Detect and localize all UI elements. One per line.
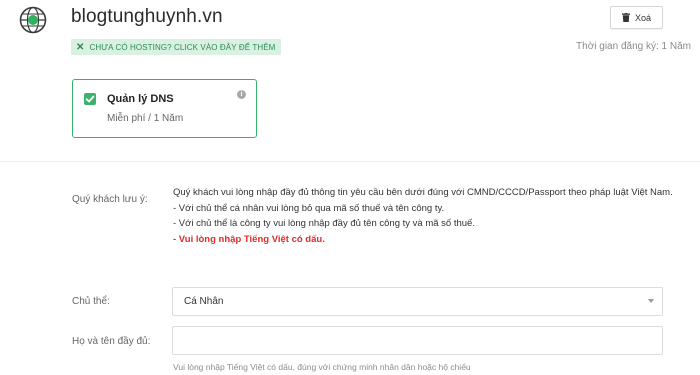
dns-title: Quản lý DNS (107, 93, 174, 105)
close-icon: ✕ (76, 41, 85, 53)
add-hosting-text: CHƯA CÓ HOSTING? CLICK VÀO ĐÂY ĐỂ THÊM (89, 42, 276, 52)
globe-icon (19, 6, 47, 34)
fullname-input[interactable] (172, 326, 663, 355)
dns-checkbox[interactable] (84, 93, 96, 105)
notice-line: Quý khách vui lòng nhập đầy đủ thông tin… (173, 187, 673, 198)
delete-label: Xoá (634, 12, 651, 23)
add-hosting-link[interactable]: ✕ CHƯA CÓ HOSTING? CLICK VÀO ĐÂY ĐỂ THÊM (71, 39, 282, 55)
notice-line: - Với chủ thể là công ty vui lòng nhập đ… (173, 218, 475, 229)
registration-period: Thời gian đăng ký: 1 Năm (576, 41, 691, 52)
info-icon[interactable]: i (237, 90, 246, 99)
notice-label: Quý khách lưu ý: (72, 194, 148, 205)
dns-price: Miễn phí / 1 Năm (107, 113, 184, 124)
section-divider (0, 161, 700, 162)
notice-line: - Với chủ thể cá nhân vui lòng bỏ qua mã… (173, 202, 445, 214)
notice-warning: - Vui lòng nhập Tiếng Việt có dấu. (173, 233, 325, 245)
subject-select[interactable]: Cá Nhân (172, 287, 663, 316)
delete-button[interactable]: Xoá (610, 6, 663, 29)
subject-label: Chủ thể: (72, 296, 110, 307)
chevron-down-icon (648, 299, 654, 303)
domain-name: blogtunghuynh.vn (71, 6, 223, 27)
dns-service-card[interactable]: Quản lý DNS Miễn phí / 1 Năm i (72, 79, 257, 138)
fullname-label: Họ và tên đầy đủ: (72, 336, 151, 347)
trash-icon (621, 13, 630, 22)
notice-text: Quý khách vui lòng nhập đầy đủ thông tin… (173, 185, 683, 247)
fullname-hint: Vui lòng nhập Tiếng Việt có dấu, đúng vớ… (173, 362, 471, 372)
subject-selected-value: Cá Nhân (184, 296, 224, 307)
